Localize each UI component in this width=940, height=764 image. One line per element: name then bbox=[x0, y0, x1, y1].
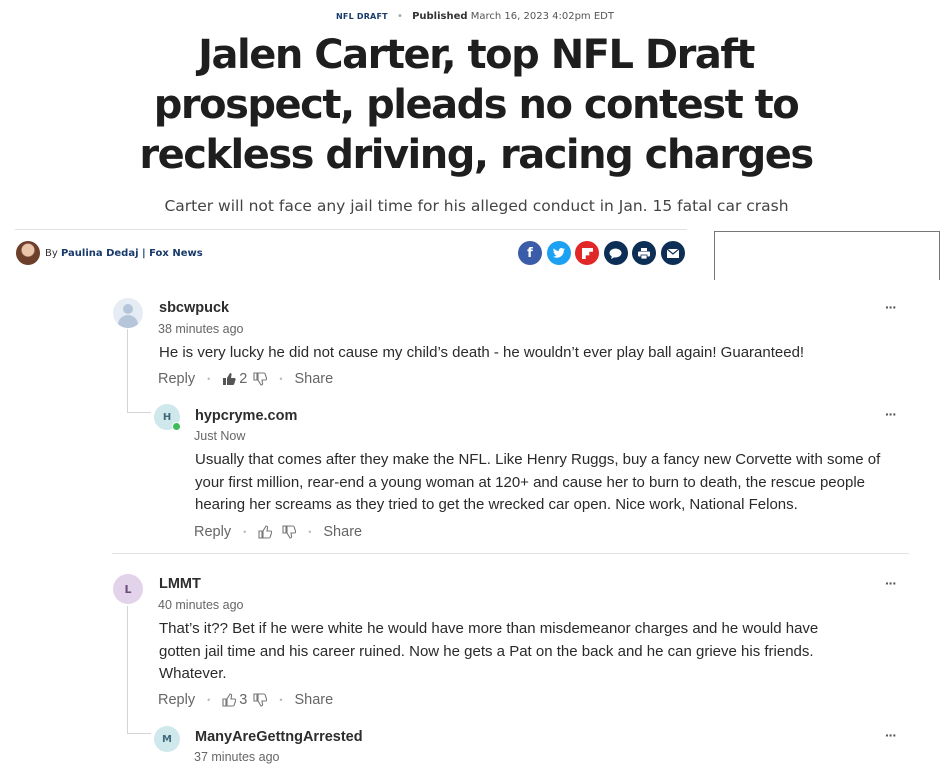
thumbs-up-icon[interactable] bbox=[222, 372, 236, 386]
flipboard-icon[interactable] bbox=[575, 241, 600, 265]
comment-actions: Reply • • Share bbox=[194, 524, 362, 540]
published-label: Published bbox=[412, 11, 468, 22]
comment-username[interactable]: LMMT bbox=[159, 576, 201, 592]
thread-line bbox=[127, 606, 128, 733]
avatar-letter: H bbox=[162, 411, 172, 423]
more-options-icon[interactable]: ··· bbox=[885, 406, 897, 422]
thread-line bbox=[127, 329, 128, 412]
action-separator: • bbox=[243, 527, 247, 537]
comment-username[interactable]: hypcryme.com bbox=[195, 408, 297, 424]
comment-username[interactable]: sbcwpuck bbox=[159, 300, 229, 316]
thumbs-down-icon[interactable] bbox=[282, 525, 297, 539]
more-options-icon[interactable]: ··· bbox=[885, 727, 897, 743]
thumbs-up-icon[interactable] bbox=[222, 693, 237, 707]
byline-prefix: By bbox=[45, 248, 58, 259]
comment-time: 40 minutes ago bbox=[158, 598, 244, 612]
action-separator: • bbox=[279, 374, 283, 384]
more-options-icon[interactable]: ··· bbox=[885, 575, 897, 591]
avatar-head bbox=[123, 304, 133, 314]
comment-actions: Reply • 3 • Share bbox=[158, 692, 333, 708]
action-separator: • bbox=[279, 695, 283, 705]
comment-body: Usually that comes after they make the N… bbox=[195, 451, 881, 513]
like-count: 3 bbox=[239, 692, 248, 708]
comment-body: He is very lucky he did not cause my chi… bbox=[159, 344, 805, 361]
byline: By Paulina Dedaj | Fox News bbox=[45, 248, 203, 259]
author-link[interactable]: Paulina Dedaj | Fox News bbox=[61, 248, 203, 259]
category-link[interactable]: NFL DRAFT bbox=[336, 12, 388, 21]
comment-divider bbox=[112, 553, 909, 554]
ad-slot bbox=[714, 231, 940, 280]
article-meta: NFL DRAFT • Published March 16, 2023 4:0… bbox=[0, 11, 940, 22]
avatar[interactable] bbox=[113, 298, 143, 328]
headline: Jalen Carter, top NFL Draft prospect, pl… bbox=[139, 32, 814, 178]
avatar[interactable]: L bbox=[113, 574, 143, 604]
reply-button[interactable]: Reply bbox=[194, 524, 231, 540]
meta-separator: • bbox=[396, 11, 403, 22]
twitter-icon[interactable] bbox=[546, 241, 571, 265]
share-button[interactable]: Share bbox=[294, 371, 333, 387]
more-options-icon[interactable]: ··· bbox=[885, 299, 897, 315]
thumbs-down-icon[interactable] bbox=[253, 372, 268, 386]
email-icon[interactable] bbox=[660, 241, 685, 265]
share-button[interactable]: Share bbox=[323, 524, 362, 540]
action-separator: • bbox=[308, 527, 312, 537]
reply-button[interactable]: Reply bbox=[158, 692, 195, 708]
avatar[interactable]: M bbox=[154, 726, 180, 752]
like-count: 2 bbox=[239, 371, 248, 387]
comment-time: Just Now bbox=[194, 429, 246, 443]
comment-actions: Reply • 2 • Share bbox=[158, 371, 333, 387]
share-bar: f bbox=[518, 241, 690, 265]
online-indicator bbox=[172, 422, 181, 431]
published-date: March 16, 2023 4:02pm EDT bbox=[470, 11, 614, 22]
thumbs-down-icon[interactable] bbox=[253, 693, 268, 707]
facebook-icon[interactable]: f bbox=[518, 241, 542, 265]
avatar-letter: L bbox=[124, 582, 132, 596]
author-avatar bbox=[16, 241, 40, 265]
share-button[interactable]: Share bbox=[294, 692, 333, 708]
comment-time: 38 minutes ago bbox=[158, 322, 244, 336]
comment-icon[interactable] bbox=[603, 241, 628, 265]
action-separator: • bbox=[207, 695, 211, 705]
comment-body: That’s it?? Bet if he were white he woul… bbox=[159, 620, 819, 682]
thread-hook bbox=[127, 412, 151, 413]
print-icon[interactable] bbox=[632, 241, 657, 265]
avatar[interactable]: H bbox=[154, 404, 181, 431]
avatar-body bbox=[118, 315, 138, 328]
reply-button[interactable]: Reply bbox=[158, 371, 195, 387]
thread-hook bbox=[127, 733, 151, 734]
action-separator: • bbox=[207, 374, 211, 384]
comment-time: 37 minutes ago bbox=[194, 750, 280, 764]
subheadline: Carter will not face any jail time for h… bbox=[164, 197, 789, 215]
thumbs-up-icon[interactable] bbox=[258, 525, 273, 539]
header-divider bbox=[15, 229, 687, 230]
comment-username[interactable]: ManyAreGettngArrested bbox=[195, 729, 363, 745]
avatar-letter: M bbox=[162, 733, 172, 745]
